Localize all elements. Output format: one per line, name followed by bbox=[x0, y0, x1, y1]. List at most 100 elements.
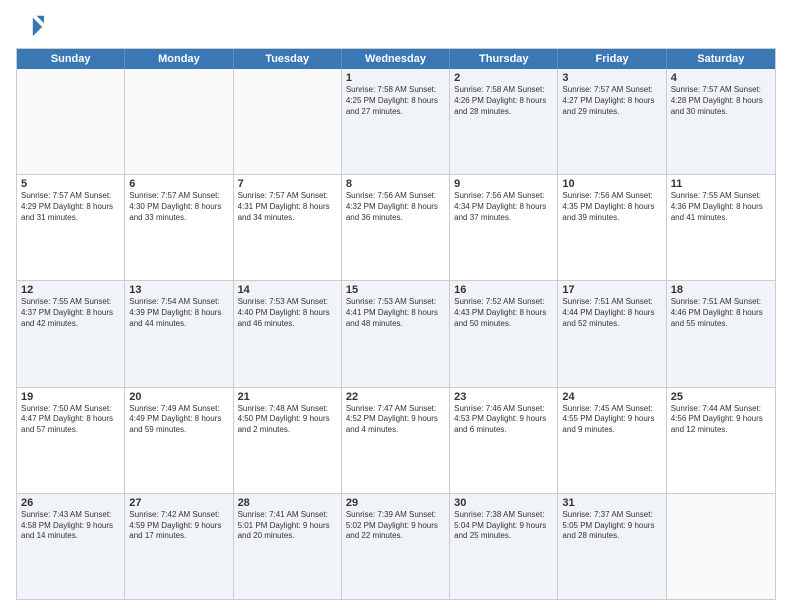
calendar-cell: 30Sunrise: 7:38 AM Sunset: 5:04 PM Dayli… bbox=[450, 494, 558, 599]
day-number: 2 bbox=[454, 72, 553, 84]
day-number: 7 bbox=[238, 178, 337, 190]
cell-info: Sunrise: 7:56 AM Sunset: 4:32 PM Dayligh… bbox=[346, 191, 445, 223]
calendar-cell: 20Sunrise: 7:49 AM Sunset: 4:49 PM Dayli… bbox=[125, 388, 233, 493]
calendar-cell: 10Sunrise: 7:56 AM Sunset: 4:35 PM Dayli… bbox=[558, 175, 666, 280]
day-number: 17 bbox=[562, 284, 661, 296]
cell-info: Sunrise: 7:42 AM Sunset: 4:59 PM Dayligh… bbox=[129, 510, 228, 542]
calendar-cell: 12Sunrise: 7:55 AM Sunset: 4:37 PM Dayli… bbox=[17, 281, 125, 386]
day-number: 26 bbox=[21, 497, 120, 509]
day-number: 16 bbox=[454, 284, 553, 296]
cell-info: Sunrise: 7:39 AM Sunset: 5:02 PM Dayligh… bbox=[346, 510, 445, 542]
calendar-cell: 5Sunrise: 7:57 AM Sunset: 4:29 PM Daylig… bbox=[17, 175, 125, 280]
weekday-header: Monday bbox=[125, 49, 233, 69]
cell-info: Sunrise: 7:52 AM Sunset: 4:43 PM Dayligh… bbox=[454, 297, 553, 329]
day-number: 21 bbox=[238, 391, 337, 403]
calendar-cell: 15Sunrise: 7:53 AM Sunset: 4:41 PM Dayli… bbox=[342, 281, 450, 386]
cell-info: Sunrise: 7:57 AM Sunset: 4:27 PM Dayligh… bbox=[562, 85, 661, 117]
cell-info: Sunrise: 7:41 AM Sunset: 5:01 PM Dayligh… bbox=[238, 510, 337, 542]
day-number: 30 bbox=[454, 497, 553, 509]
calendar-cell: 25Sunrise: 7:44 AM Sunset: 4:56 PM Dayli… bbox=[667, 388, 775, 493]
calendar-cell bbox=[667, 494, 775, 599]
day-number: 27 bbox=[129, 497, 228, 509]
cell-info: Sunrise: 7:54 AM Sunset: 4:39 PM Dayligh… bbox=[129, 297, 228, 329]
calendar-cell: 19Sunrise: 7:50 AM Sunset: 4:47 PM Dayli… bbox=[17, 388, 125, 493]
day-number: 29 bbox=[346, 497, 445, 509]
cell-info: Sunrise: 7:37 AM Sunset: 5:05 PM Dayligh… bbox=[562, 510, 661, 542]
weekday-header: Saturday bbox=[667, 49, 775, 69]
day-number: 8 bbox=[346, 178, 445, 190]
day-number: 3 bbox=[562, 72, 661, 84]
cell-info: Sunrise: 7:56 AM Sunset: 4:34 PM Dayligh… bbox=[454, 191, 553, 223]
day-number: 13 bbox=[129, 284, 228, 296]
cell-info: Sunrise: 7:56 AM Sunset: 4:35 PM Dayligh… bbox=[562, 191, 661, 223]
calendar-cell: 29Sunrise: 7:39 AM Sunset: 5:02 PM Dayli… bbox=[342, 494, 450, 599]
weekday-header: Friday bbox=[558, 49, 666, 69]
calendar-body: 1Sunrise: 7:58 AM Sunset: 4:25 PM Daylig… bbox=[17, 69, 775, 599]
day-number: 25 bbox=[671, 391, 771, 403]
day-number: 23 bbox=[454, 391, 553, 403]
day-number: 22 bbox=[346, 391, 445, 403]
calendar-cell: 23Sunrise: 7:46 AM Sunset: 4:53 PM Dayli… bbox=[450, 388, 558, 493]
logo-icon bbox=[16, 12, 44, 40]
calendar-cell bbox=[17, 69, 125, 174]
cell-info: Sunrise: 7:51 AM Sunset: 4:44 PM Dayligh… bbox=[562, 297, 661, 329]
day-number: 18 bbox=[671, 284, 771, 296]
day-number: 6 bbox=[129, 178, 228, 190]
calendar-cell: 8Sunrise: 7:56 AM Sunset: 4:32 PM Daylig… bbox=[342, 175, 450, 280]
calendar-cell: 9Sunrise: 7:56 AM Sunset: 4:34 PM Daylig… bbox=[450, 175, 558, 280]
cell-info: Sunrise: 7:47 AM Sunset: 4:52 PM Dayligh… bbox=[346, 404, 445, 436]
day-number: 14 bbox=[238, 284, 337, 296]
day-number: 15 bbox=[346, 284, 445, 296]
weekday-header: Thursday bbox=[450, 49, 558, 69]
calendar-cell bbox=[234, 69, 342, 174]
calendar-cell: 31Sunrise: 7:37 AM Sunset: 5:05 PM Dayli… bbox=[558, 494, 666, 599]
cell-info: Sunrise: 7:50 AM Sunset: 4:47 PM Dayligh… bbox=[21, 404, 120, 436]
day-number: 11 bbox=[671, 178, 771, 190]
calendar-cell: 18Sunrise: 7:51 AM Sunset: 4:46 PM Dayli… bbox=[667, 281, 775, 386]
cell-info: Sunrise: 7:51 AM Sunset: 4:46 PM Dayligh… bbox=[671, 297, 771, 329]
calendar-cell: 1Sunrise: 7:58 AM Sunset: 4:25 PM Daylig… bbox=[342, 69, 450, 174]
calendar-cell: 2Sunrise: 7:58 AM Sunset: 4:26 PM Daylig… bbox=[450, 69, 558, 174]
calendar-cell: 13Sunrise: 7:54 AM Sunset: 4:39 PM Dayli… bbox=[125, 281, 233, 386]
day-number: 19 bbox=[21, 391, 120, 403]
day-number: 24 bbox=[562, 391, 661, 403]
cell-info: Sunrise: 7:48 AM Sunset: 4:50 PM Dayligh… bbox=[238, 404, 337, 436]
cell-info: Sunrise: 7:55 AM Sunset: 4:37 PM Dayligh… bbox=[21, 297, 120, 329]
calendar-row: 1Sunrise: 7:58 AM Sunset: 4:25 PM Daylig… bbox=[17, 69, 775, 174]
cell-info: Sunrise: 7:45 AM Sunset: 4:55 PM Dayligh… bbox=[562, 404, 661, 436]
calendar-cell: 4Sunrise: 7:57 AM Sunset: 4:28 PM Daylig… bbox=[667, 69, 775, 174]
calendar-cell: 21Sunrise: 7:48 AM Sunset: 4:50 PM Dayli… bbox=[234, 388, 342, 493]
calendar-cell: 27Sunrise: 7:42 AM Sunset: 4:59 PM Dayli… bbox=[125, 494, 233, 599]
calendar-cell: 14Sunrise: 7:53 AM Sunset: 4:40 PM Dayli… bbox=[234, 281, 342, 386]
calendar-cell: 26Sunrise: 7:43 AM Sunset: 4:58 PM Dayli… bbox=[17, 494, 125, 599]
calendar-cell: 17Sunrise: 7:51 AM Sunset: 4:44 PM Dayli… bbox=[558, 281, 666, 386]
calendar-row: 19Sunrise: 7:50 AM Sunset: 4:47 PM Dayli… bbox=[17, 387, 775, 493]
cell-info: Sunrise: 7:57 AM Sunset: 4:28 PM Dayligh… bbox=[671, 85, 771, 117]
cell-info: Sunrise: 7:49 AM Sunset: 4:49 PM Dayligh… bbox=[129, 404, 228, 436]
logo bbox=[16, 12, 48, 40]
cell-info: Sunrise: 7:57 AM Sunset: 4:30 PM Dayligh… bbox=[129, 191, 228, 223]
cell-info: Sunrise: 7:53 AM Sunset: 4:40 PM Dayligh… bbox=[238, 297, 337, 329]
day-number: 31 bbox=[562, 497, 661, 509]
day-number: 12 bbox=[21, 284, 120, 296]
cell-info: Sunrise: 7:43 AM Sunset: 4:58 PM Dayligh… bbox=[21, 510, 120, 542]
cell-info: Sunrise: 7:38 AM Sunset: 5:04 PM Dayligh… bbox=[454, 510, 553, 542]
day-number: 10 bbox=[562, 178, 661, 190]
calendar-cell: 22Sunrise: 7:47 AM Sunset: 4:52 PM Dayli… bbox=[342, 388, 450, 493]
day-number: 5 bbox=[21, 178, 120, 190]
day-number: 4 bbox=[671, 72, 771, 84]
calendar-cell bbox=[125, 69, 233, 174]
cell-info: Sunrise: 7:44 AM Sunset: 4:56 PM Dayligh… bbox=[671, 404, 771, 436]
weekday-header: Tuesday bbox=[234, 49, 342, 69]
calendar-cell: 24Sunrise: 7:45 AM Sunset: 4:55 PM Dayli… bbox=[558, 388, 666, 493]
calendar-header: SundayMondayTuesdayWednesdayThursdayFrid… bbox=[17, 49, 775, 69]
cell-info: Sunrise: 7:57 AM Sunset: 4:31 PM Dayligh… bbox=[238, 191, 337, 223]
header bbox=[16, 12, 776, 40]
calendar-row: 5Sunrise: 7:57 AM Sunset: 4:29 PM Daylig… bbox=[17, 174, 775, 280]
cell-info: Sunrise: 7:55 AM Sunset: 4:36 PM Dayligh… bbox=[671, 191, 771, 223]
weekday-header: Sunday bbox=[17, 49, 125, 69]
day-number: 9 bbox=[454, 178, 553, 190]
day-number: 1 bbox=[346, 72, 445, 84]
calendar-cell: 3Sunrise: 7:57 AM Sunset: 4:27 PM Daylig… bbox=[558, 69, 666, 174]
calendar-cell: 28Sunrise: 7:41 AM Sunset: 5:01 PM Dayli… bbox=[234, 494, 342, 599]
